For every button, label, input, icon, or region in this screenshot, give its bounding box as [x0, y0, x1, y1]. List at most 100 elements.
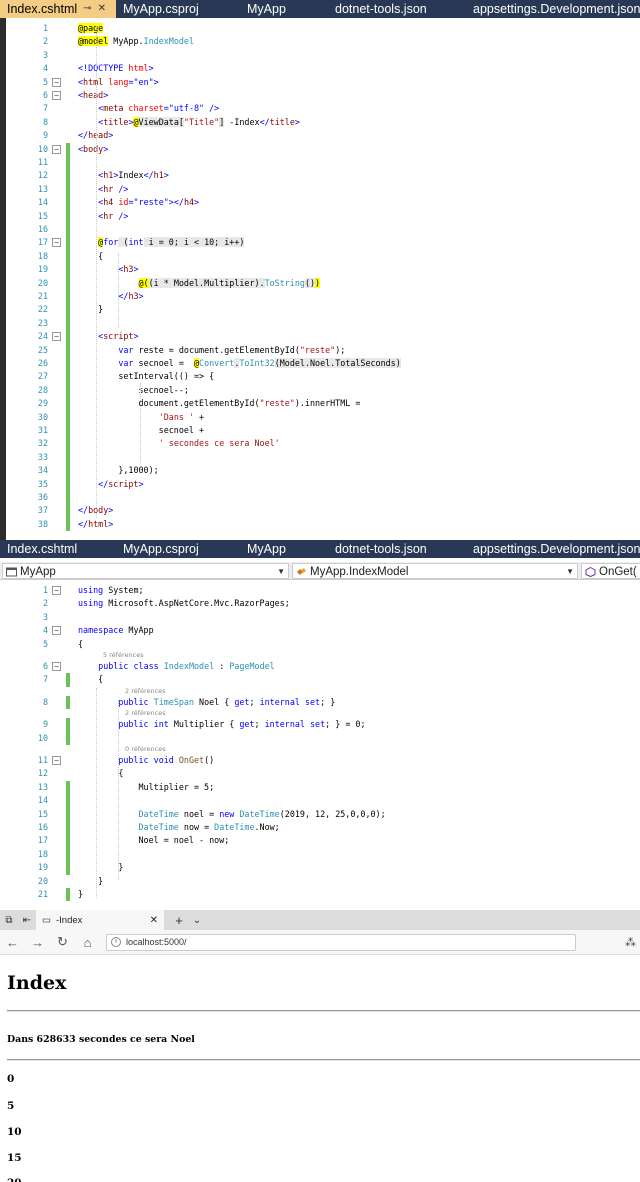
info-icon[interactable]: i [111, 937, 121, 947]
code-line[interactable]: 1− using System; [6, 584, 640, 597]
code-line[interactable]: 10− <body> [6, 142, 640, 156]
code-line[interactable]: 25 var reste = document.getElementById("… [6, 343, 640, 357]
new-tab-icon[interactable]: + [170, 913, 188, 928]
browser-tab[interactable]: ▭ -Index ✕ [36, 910, 164, 930]
close-icon[interactable]: ✕ [150, 915, 158, 926]
code-line[interactable]: 27 setInterval(() => { [6, 370, 640, 384]
collapse-icon[interactable]: − [52, 144, 61, 154]
address-bar[interactable]: i localhost:5000/ [106, 933, 576, 951]
code-line[interactable]: 11− public void OnGet() [6, 754, 640, 767]
code-line[interactable]: 10 [6, 731, 640, 745]
project-dropdown[interactable]: MyApp ▼ [2, 563, 289, 579]
code-line[interactable]: 11 [6, 156, 640, 170]
code-line[interactable]: 32 ' secondes ce sera Noel' [6, 437, 640, 451]
code-line[interactable]: 17− @for (int i = 0; i < 10; i++) [6, 236, 640, 250]
cshtml-code-editor[interactable]: 1 @page 2 @model MyApp.IndexModel 3 4 <!DOCTYP… [0, 18, 640, 540]
reference-count[interactable]: 2 références [125, 708, 166, 718]
reading-view-icon[interactable]: ⁂ [625, 936, 636, 949]
home-icon[interactable]: ⌂ [75, 935, 100, 950]
cs-code-editor[interactable]: 1− using System; 2 using Microsoft.AspNetCo… [0, 580, 640, 910]
code-line[interactable]: 6− public class IndexModel : PageModel [6, 660, 640, 673]
code-line[interactable]: 21} [6, 888, 640, 902]
code-line[interactable]: 2 using Microsoft.AspNetCore.Mvc.RazorPag… [6, 597, 640, 610]
code-line[interactable]: 15 DateTime noel = new DateTime(2019, 12… [6, 807, 640, 821]
code-line[interactable]: 4− namespace MyApp [6, 624, 640, 637]
code-line[interactable]: 34 },1000); [6, 464, 640, 478]
collapse-icon[interactable]: − [52, 77, 61, 87]
code-line[interactable]: 16 DateTime now = DateTime.Now; [6, 821, 640, 835]
code-line[interactable]: 13 Multiplier = 5; [6, 780, 640, 795]
code-line[interactable]: 23 [6, 316, 640, 331]
code-line[interactable]: 5{ [6, 638, 640, 651]
code-line[interactable]: 7 { [6, 673, 640, 687]
code-line[interactable]: 28 secnoel--; [6, 383, 640, 398]
code-line[interactable]: 16 [6, 223, 640, 237]
reference-count[interactable]: 5 références [103, 650, 144, 660]
tab-dotnet-tools-json[interactable]: dotnet-tools.json [328, 540, 466, 558]
refresh-icon[interactable]: ↻ [50, 934, 75, 950]
code-line[interactable]: 9 </head> [6, 129, 640, 142]
code-line[interactable]: 20 @((i * Model.Multiplier).ToString()) [6, 276, 640, 290]
code-line[interactable]: 20 } [6, 875, 640, 888]
tab-myapp-csproj[interactable]: MyApp.csproj [116, 540, 240, 558]
reference-count[interactable]: 0 références [125, 744, 166, 754]
tab-myapp-csproj[interactable]: MyApp.csproj [116, 0, 240, 18]
code-line[interactable]: 3 [6, 49, 640, 62]
code-line[interactable]: 38 </html> [6, 517, 640, 532]
collapse-icon[interactable]: − [52, 586, 61, 595]
code-line[interactable]: 12 <h1>Index</h1> [6, 169, 640, 183]
code-line[interactable]: 14 [6, 794, 640, 808]
collapse-icon[interactable]: − [52, 332, 61, 342]
code-line[interactable]: 1 @page [6, 22, 640, 35]
code-line[interactable]: 21 </h3> [6, 290, 640, 304]
tab-appsettings-development-json[interactable]: appsettings.Development.json [466, 540, 640, 558]
back-icon[interactable]: ← [0, 935, 25, 950]
tab-index-cshtml[interactable]: Index.cshtml ⊸ ✕ [0, 0, 116, 18]
code-line[interactable]: 29 document.getElementById("reste").inne… [6, 397, 640, 411]
code-line[interactable]: 19 <h3> [6, 263, 640, 277]
collapse-icon[interactable]: − [52, 662, 61, 671]
code-line[interactable]: 2 @model MyApp.IndexModel [6, 35, 640, 48]
code-line[interactable]: 19 } [6, 861, 640, 875]
code-line[interactable]: 36 [6, 491, 640, 505]
code-line[interactable]: 31 secnoel + [6, 424, 640, 438]
code-line[interactable]: 35 </script> [6, 477, 640, 491]
code-line[interactable]: 24− <script> [6, 330, 640, 344]
pin-icon[interactable]: ⊸ [83, 0, 91, 18]
code-line[interactable]: 37 </body> [6, 504, 640, 518]
code-line[interactable]: 26 var secnoel = @Convert.ToInt32(Model.… [6, 357, 640, 371]
collapse-icon[interactable]: − [52, 238, 61, 248]
code-line[interactable]: 5− <html lang="en"> [6, 76, 640, 89]
code-line[interactable]: 30 'Dans ' + [6, 410, 640, 424]
code-line[interactable]: 22 } [6, 303, 640, 317]
tab-dotnet-tools-json[interactable]: dotnet-tools.json [328, 0, 466, 18]
tab-myapp[interactable]: MyApp [240, 0, 328, 18]
code-line[interactable]: 18 [6, 847, 640, 862]
forward-icon[interactable]: → [25, 935, 50, 950]
member-dropdown[interactable]: OnGet( [581, 563, 640, 579]
collapse-icon[interactable]: − [52, 91, 61, 100]
code-line[interactable]: 13 <hr /> [6, 182, 640, 197]
code-line[interactable]: 18 { [6, 249, 640, 264]
code-line[interactable]: 8 <title>@ViewData["Title"] -Index</titl… [6, 116, 640, 129]
code-line[interactable]: 8 public TimeSpan Noel { get; internal s… [6, 695, 640, 710]
code-line[interactable]: 14 <h4 id="reste"></h4> [6, 196, 640, 210]
code-line[interactable]: 7 <meta charset="utf-8" /> [6, 102, 640, 115]
code-line[interactable]: 33 [6, 450, 640, 465]
collapse-icon[interactable]: − [52, 626, 61, 636]
code-line[interactable]: 6− <head> [6, 89, 640, 102]
tab-actions-icon[interactable]: ⧉ [0, 915, 18, 926]
tab-index-cshtml[interactable]: Index.cshtml [0, 540, 116, 558]
code-line[interactable]: 4 <!DOCTYPE html> [6, 62, 640, 75]
code-line[interactable]: 3 [6, 611, 640, 624]
tab-appsettings-development-json[interactable]: appsettings.Development.json [466, 0, 640, 18]
collapse-icon[interactable]: − [52, 756, 61, 765]
class-dropdown[interactable]: MyApp.IndexModel ▼ [292, 563, 578, 579]
chevron-down-icon[interactable]: ⌄ [188, 915, 206, 926]
close-icon[interactable]: ✕ [98, 0, 106, 18]
set-aside-tabs-icon[interactable]: ⇤ [18, 915, 36, 926]
code-line[interactable]: 15 <hr /> [6, 209, 640, 223]
tab-myapp[interactable]: MyApp [240, 540, 328, 558]
code-line[interactable]: 17 Noel = noel - now; [6, 834, 640, 848]
code-line[interactable]: 9 public int Multiplier { get; internal … [6, 718, 640, 732]
